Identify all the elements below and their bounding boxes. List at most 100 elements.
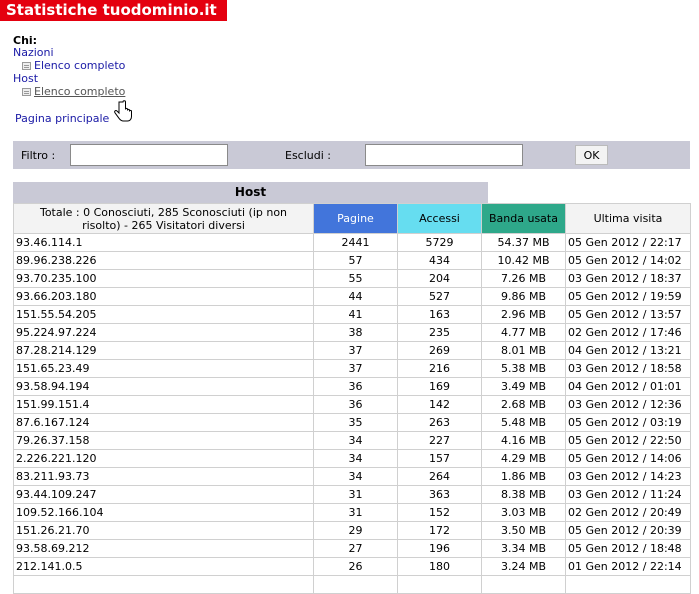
table-row: 151.55.54.205 41 163 2.96 MB 05 Gen 2012 / 1… [13,305,691,324]
filter-label: Filtro : [21,149,56,162]
table-row: 89.96.238.226 57 434 10.42 MB 05 Gen 2012 / … [13,251,691,270]
nav-nazioni-link[interactable]: Nazioni [13,46,54,59]
cell-banda: 8.38 MB [481,485,566,504]
list-icon [22,62,31,70]
filter-input[interactable] [70,144,228,166]
cell-ultima: 01 Gen 2012 / 22:14 [565,557,691,576]
table-row: 87.28.214.129 37 269 8.01 MB 04 Gen 2012 / 1… [13,341,691,360]
cell-banda: 9.86 MB [481,287,566,306]
cell-accessi: 269 [397,341,482,360]
filter-bar: Filtro : Escludi : OK [13,141,690,169]
cell-host: 93.70.235.100 [13,269,314,288]
cell-ultima: 05 Gen 2012 / 22:50 [565,431,691,450]
cell-pagine: 27 [313,539,398,558]
col-header-banda: Banda usata [481,203,566,234]
cell-accessi: 180 [397,557,482,576]
cell-banda: 2.68 MB [481,395,566,414]
cell-host: 93.58.69.212 [13,539,314,558]
cell-banda: 3.49 MB [481,377,566,396]
table-row: 83.211.93.73 34 264 1.86 MB 03 Gen 2012 / 14… [13,467,691,486]
cell-banda: 3.50 MB [481,521,566,540]
cell-ultima: 02 Gen 2012 / 17:46 [565,323,691,342]
cell-host: 87.28.214.129 [13,341,314,360]
table-header-row: Totale : 0 Conosciuti, 285 Sconosciuti (… [13,203,691,234]
cell-pagine: 37 [313,341,398,360]
cell-host: 79.26.37.158 [13,431,314,450]
cell-pagine: 34 [313,431,398,450]
table-row: 151.65.23.49 37 216 5.38 MB 03 Gen 2012 / 18… [13,359,691,378]
cell-accessi: 235 [397,323,482,342]
cell-banda: 10.42 MB [481,251,566,270]
cell-banda: 54.37 MB [481,233,566,252]
cell-pagine: 31 [313,503,398,522]
cell-ultima [565,575,691,594]
cell-ultima: 05 Gen 2012 / 03:19 [565,413,691,432]
cell-ultima: 05 Gen 2012 / 14:06 [565,449,691,468]
table-row: 93.66.203.180 44 527 9.86 MB 05 Gen 2012 / 1… [13,287,691,306]
cell-ultima: 05 Gen 2012 / 22:17 [565,233,691,252]
cell-pagine: 38 [313,323,398,342]
cell-host: 212.141.0.5 [13,557,314,576]
table-row: 109.52.166.104 31 152 3.03 MB 02 Gen 2012 / … [13,503,691,522]
section-title: Host [13,182,488,203]
cell-ultima: 03 Gen 2012 / 18:58 [565,359,691,378]
cell-pagine: 34 [313,449,398,468]
cell-host: 109.52.166.104 [13,503,314,522]
nav-host-link[interactable]: Host [13,72,38,85]
cell-host: 151.55.54.205 [13,305,314,324]
cell-accessi: 263 [397,413,482,432]
cell-ultima: 05 Gen 2012 / 14:02 [565,251,691,270]
col-header-accessi: Accessi [397,203,482,234]
table-row: 151.26.21.70 29 172 3.50 MB 05 Gen 2012 / 20… [13,521,691,540]
cell-pagine: 26 [313,557,398,576]
cell-banda: 3.03 MB [481,503,566,522]
cell-pagine: 36 [313,395,398,414]
exclude-input[interactable] [365,144,523,166]
cell-pagine: 29 [313,521,398,540]
cell-banda: 4.77 MB [481,323,566,342]
cell-banda: 1.86 MB [481,467,566,486]
cell-accessi: 264 [397,467,482,486]
cell-accessi: 5729 [397,233,482,252]
cell-ultima: 04 Gen 2012 / 01:01 [565,377,691,396]
cell-host [13,575,314,594]
cell-ultima: 03 Gen 2012 / 18:37 [565,269,691,288]
cell-accessi: 196 [397,539,482,558]
cell-ultima: 05 Gen 2012 / 19:59 [565,287,691,306]
cell-host: 151.26.21.70 [13,521,314,540]
ok-button[interactable]: OK [575,145,608,165]
cell-banda: 3.34 MB [481,539,566,558]
cell-accessi: 227 [397,431,482,450]
cell-ultima: 05 Gen 2012 / 13:57 [565,305,691,324]
cell-accessi: 157 [397,449,482,468]
cell-accessi: 204 [397,269,482,288]
cell-banda: 4.29 MB [481,449,566,468]
list-icon [22,88,31,96]
cell-ultima: 04 Gen 2012 / 13:21 [565,341,691,360]
cell-pagine: 44 [313,287,398,306]
cell-pagine: 37 [313,359,398,378]
cell-pagine: 35 [313,413,398,432]
cell-accessi: 169 [397,377,482,396]
cell-banda: 5.48 MB [481,413,566,432]
table-row: 2.226.221.120 34 157 4.29 MB 05 Gen 2012 / 1… [13,449,691,468]
cell-host: 151.99.151.4 [13,395,314,414]
col-header-ultima: Ultima visita [565,203,691,234]
cell-pagine [313,575,398,594]
cell-pagine: 41 [313,305,398,324]
cell-accessi: 527 [397,287,482,306]
cell-host: 151.65.23.49 [13,359,314,378]
nav-host-full-link[interactable]: Elenco completo [34,85,125,98]
cell-host: 2.226.221.120 [13,449,314,468]
cell-pagine: 34 [313,467,398,486]
cell-accessi: 163 [397,305,482,324]
cell-ultima: 05 Gen 2012 / 20:39 [565,521,691,540]
cell-host: 87.6.167.124 [13,413,314,432]
cell-banda: 3.24 MB [481,557,566,576]
nav-home-link[interactable]: Pagina principale [15,112,109,125]
hosts-table: Totale : 0 Conosciuti, 285 Sconosciuti (… [13,203,691,594]
nav-nazioni-full-link[interactable]: Elenco completo [34,59,125,72]
cell-host: 93.44.109.247 [13,485,314,504]
cell-host: 93.58.94.194 [13,377,314,396]
cell-ultima: 03 Gen 2012 / 12:36 [565,395,691,414]
